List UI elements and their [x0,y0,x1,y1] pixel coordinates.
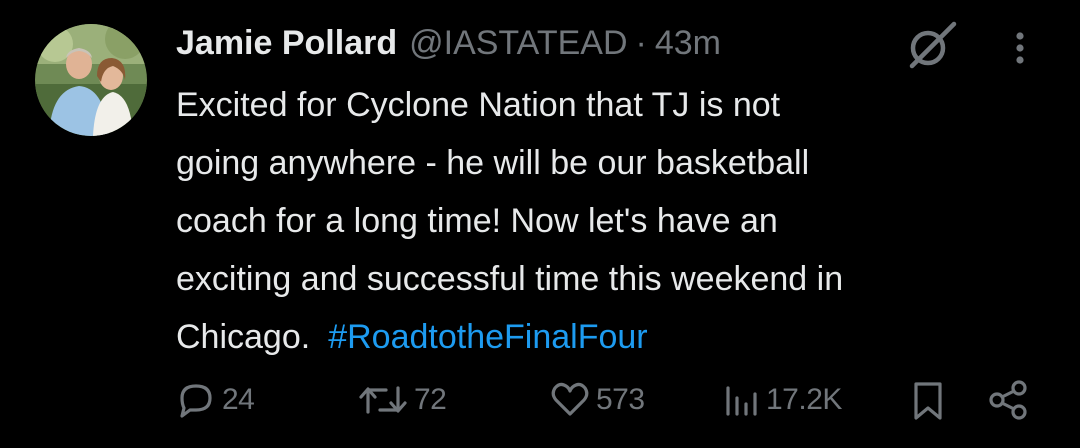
separator-dot: · [635,23,647,62]
tweet-header: Jamie Pollard @IASTATEAD · 43m [176,20,721,66]
author-handle[interactable]: @IASTATEAD [409,24,627,63]
hashtag-link[interactable]: #RoadtotheFinalFour [328,318,647,356]
repost-button[interactable]: 72 [356,376,447,424]
repost-count: 72 [414,383,447,416]
more-dots-icon[interactable] [1000,24,1040,72]
author-name[interactable]: Jamie Pollard [176,24,397,63]
tweet-line: Excited for Cyclone Nation that TJ is no… [176,86,781,124]
reply-button[interactable]: 24 [174,376,255,424]
share-button[interactable] [986,376,1030,424]
tweet-line: coach for a long time! Now let's have an [176,202,778,240]
bookmark-button[interactable] [906,376,950,424]
like-count: 573 [596,383,645,416]
reply-count: 24 [222,383,255,416]
tweet-text: Excited for Cyclone Nation that TJ is no… [176,76,1056,366]
tweet-line-last: Chicago. #RoadtotheFinalFour [176,308,1056,366]
tweet-line: going anywhere - he will be our basketba… [176,144,810,182]
tweet-line: exciting and successful time this weeken… [176,260,844,298]
view-count: 17.2K [766,383,842,416]
bar-chart-icon [726,386,757,416]
share-icon [989,380,1027,420]
profile-photo [35,24,147,136]
post-time[interactable]: 43m [655,24,721,63]
repost-arrows-icon [359,386,407,414]
reply-bubble-icon [180,384,212,418]
bookmark-icon [914,382,942,420]
views-button[interactable]: 17.2K [722,376,842,424]
grok-icon[interactable] [902,18,962,70]
heart-icon [551,382,589,416]
avatar[interactable] [35,24,147,136]
like-button[interactable]: 573 [548,376,645,424]
tweet-line-text: Chicago. [176,318,311,356]
